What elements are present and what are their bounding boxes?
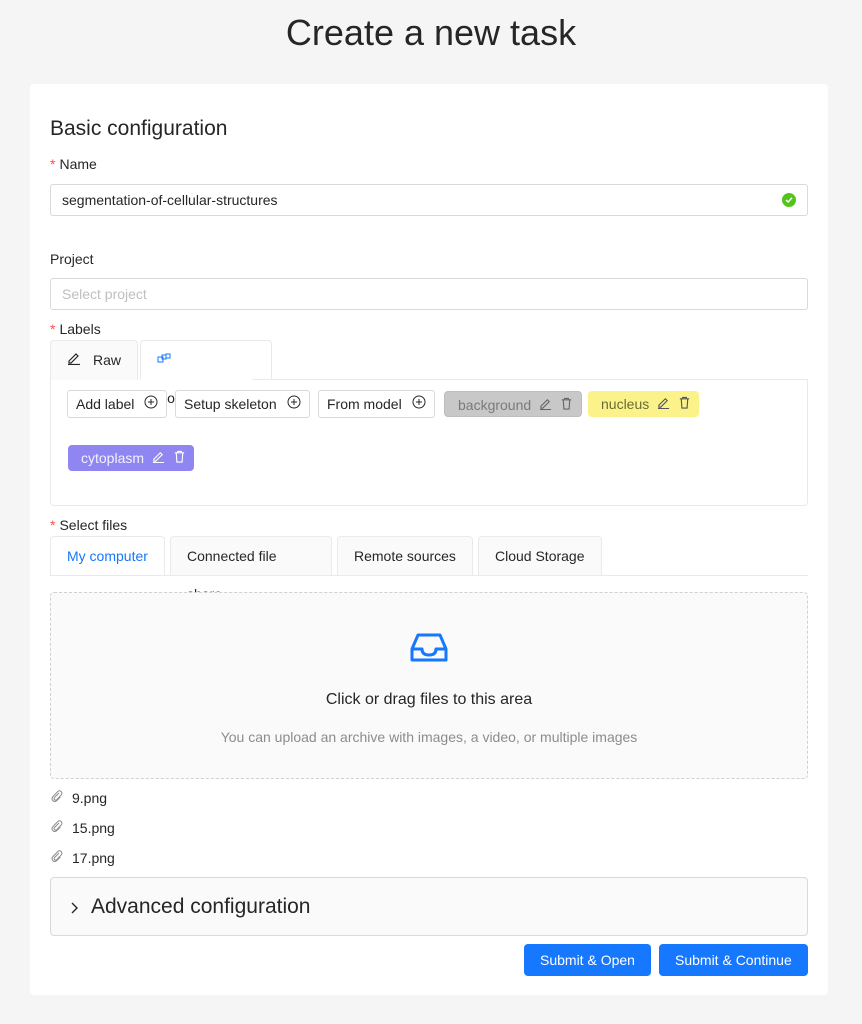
- edit-icon[interactable]: [152, 445, 165, 471]
- paperclip-icon: [50, 848, 64, 868]
- dropzone-title: Click or drag files to this area: [325, 691, 533, 708]
- trash-icon[interactable]: [173, 445, 186, 471]
- tab-connected-file-share[interactable]: Connected file share: [170, 536, 332, 602]
- tab-remote-sources[interactable]: Remote sources: [337, 536, 473, 576]
- required-mark: *: [50, 321, 56, 337]
- tab-my-computer[interactable]: My computer: [50, 536, 165, 576]
- dropzone-hint: You can upload an archive with images, a…: [220, 729, 638, 745]
- advanced-config-panel[interactable]: Advanced configuration: [50, 877, 808, 936]
- submit-continue-button[interactable]: Submit & Continue: [659, 944, 808, 976]
- tab-raw[interactable]: Raw: [50, 340, 138, 380]
- select-files-label: * Select files: [50, 517, 128, 533]
- trash-icon[interactable]: [678, 391, 691, 417]
- file-item: 17.png: [50, 848, 115, 868]
- pencil-icon: [67, 341, 81, 379]
- setup-skeleton-button[interactable]: Setup skeleton: [175, 390, 310, 418]
- project-select[interactable]: Select project: [50, 278, 808, 310]
- plus-circle-icon: [144, 391, 158, 417]
- label-tag-background[interactable]: background: [444, 391, 582, 417]
- labels-label: * Labels: [50, 321, 101, 337]
- label-tag-cytoplasm[interactable]: cytoplasm: [68, 445, 194, 471]
- advanced-config-title: Advanced configuration: [91, 895, 311, 918]
- task-form-card: Basic configuration * Name segmentation-o…: [30, 84, 828, 995]
- project-label: Project: [50, 251, 94, 267]
- tab-cloud-storage[interactable]: Cloud Storage: [478, 536, 602, 576]
- paperclip-icon: [50, 818, 64, 838]
- required-mark: *: [50, 517, 56, 533]
- from-model-button[interactable]: From model: [318, 390, 435, 418]
- file-item: 9.png: [50, 788, 107, 808]
- files-tabs-divider: [50, 575, 808, 576]
- file-item: 15.png: [50, 818, 115, 838]
- add-label-button[interactable]: Add label: [67, 390, 168, 418]
- page-title: Create a new task: [285, 12, 577, 53]
- label-tag-nucleus[interactable]: nucleus: [588, 391, 700, 417]
- trash-icon[interactable]: [560, 392, 573, 418]
- name-input-value: segmentation-of-cellular-structures: [62, 192, 278, 208]
- basic-config-title: Basic configuration: [50, 117, 228, 140]
- chevron-right-icon: [69, 901, 79, 919]
- plus-circle-icon: [412, 391, 426, 417]
- tab-constructor[interactable]: Constructor: [140, 340, 272, 406]
- inbox-icon: [409, 627, 449, 672]
- required-mark: *: [50, 156, 56, 172]
- file-dropzone[interactable]: Click or drag files to this area You can…: [50, 592, 808, 779]
- name-label: * Name: [50, 156, 97, 172]
- submit-open-button[interactable]: Submit & Open: [524, 944, 651, 976]
- shapes-icon: [157, 341, 171, 379]
- edit-icon[interactable]: [657, 391, 670, 417]
- check-circle-icon: [782, 193, 796, 207]
- name-input[interactable]: segmentation-of-cellular-structures: [50, 184, 808, 216]
- edit-icon[interactable]: [539, 392, 552, 418]
- paperclip-icon: [50, 788, 64, 808]
- plus-circle-icon: [287, 391, 301, 417]
